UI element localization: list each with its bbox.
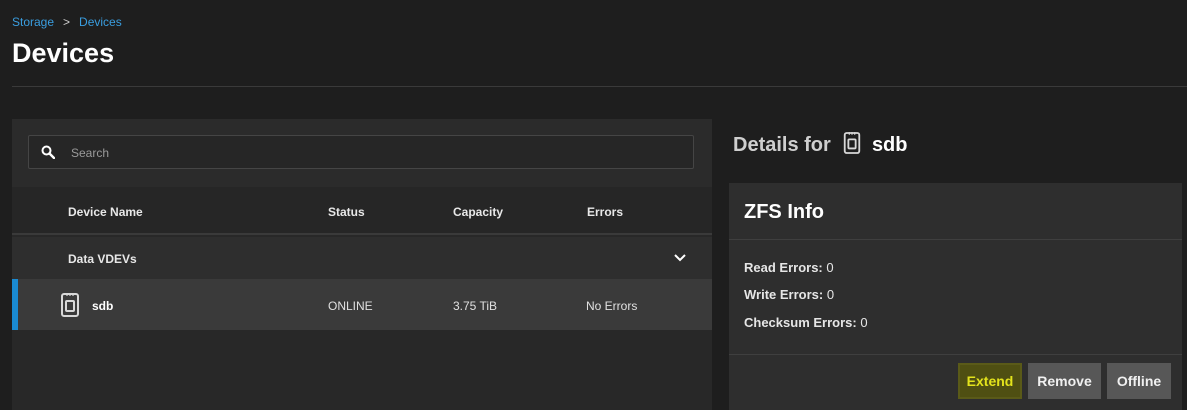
devices-panel: Device Name Status Capacity Errors Data … [12, 119, 712, 410]
search-input[interactable] [69, 136, 673, 170]
checksum-errors: Checksum Errors: 0 [744, 315, 868, 330]
breadcrumb: Storage > Devices [12, 15, 122, 29]
vdev-group-label: Data VDEVs [68, 252, 137, 266]
search-box[interactable] [28, 135, 694, 170]
breadcrumb-storage[interactable]: Storage [12, 15, 54, 29]
header-divider [12, 86, 1187, 87]
device-name: sdb [92, 299, 114, 313]
device-status: ONLINE [328, 299, 373, 313]
zfs-info-title: ZFS Info [744, 201, 824, 223]
read-errors: Read Errors: 0 [744, 260, 834, 275]
search-icon [41, 145, 55, 159]
extend-button[interactable]: Extend [958, 363, 1022, 399]
write-errors-value: 0 [826, 287, 835, 302]
breadcrumb-devices[interactable]: Devices [79, 15, 122, 29]
column-errors[interactable]: Errors [587, 205, 623, 219]
details-device-name: sdb [871, 134, 908, 156]
disk-icon [844, 132, 861, 154]
device-errors: No Errors [586, 299, 638, 313]
write-errors: Write Errors: 0 [744, 287, 834, 302]
zfs-info-card: ZFS Info Read Errors: 0 Write Errors: 0 … [729, 183, 1182, 410]
checksum-errors-label: Checksum Errors: [744, 315, 857, 330]
search-area [12, 119, 712, 187]
details-heading-prefix: Details for [733, 134, 831, 156]
chevron-down-icon[interactable] [672, 251, 688, 265]
details-heading: Details for sdb [733, 131, 908, 157]
device-capacity: 3.75 TiB [453, 299, 498, 313]
table-header: Device Name Status Capacity Errors [12, 187, 712, 235]
checksum-errors-value: 0 [860, 315, 868, 330]
page-title: Devices [12, 38, 115, 68]
selected-indicator [12, 279, 18, 330]
offline-button[interactable]: Offline [1107, 363, 1171, 399]
column-capacity[interactable]: Capacity [453, 205, 503, 219]
column-device-name[interactable]: Device Name [68, 205, 143, 219]
vdev-group-row[interactable]: Data VDEVs [12, 237, 712, 279]
read-errors-label: Read Errors: [744, 260, 823, 275]
remove-button[interactable]: Remove [1028, 363, 1101, 399]
read-errors-value: 0 [826, 260, 834, 275]
column-status[interactable]: Status [328, 205, 365, 219]
breadcrumb-separator: > [63, 15, 71, 29]
table-row[interactable]: sdb ONLINE 3.75 TiB No Errors [12, 279, 712, 330]
disk-icon [61, 293, 79, 317]
card-divider [729, 354, 1182, 355]
card-divider [729, 239, 1182, 240]
write-errors-label: Write Errors: [744, 287, 824, 302]
